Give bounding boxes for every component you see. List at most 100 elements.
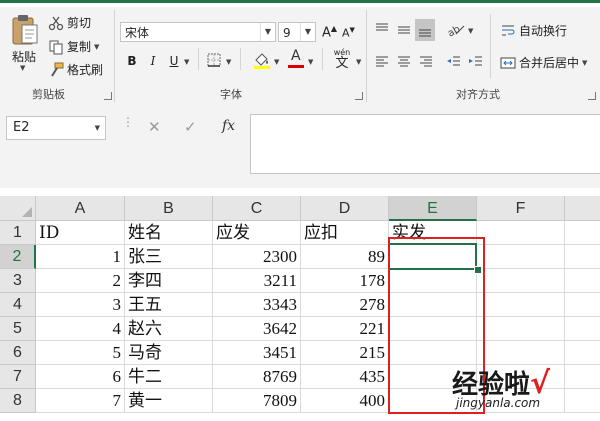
align-right-icon[interactable] [418,54,434,70]
phonetic-dropdown-arrow[interactable]: ▼ [356,58,361,66]
cell[interactable]: 王五 [125,293,213,317]
cell[interactable] [477,341,565,365]
cut-button[interactable]: 剪切 [48,14,91,31]
cell[interactable]: 3451 [213,341,301,365]
increase-indent-icon[interactable] [468,54,484,70]
merge-center-button[interactable]: 合并后居中 ▼ [500,54,587,71]
row-header[interactable]: 7 [0,365,36,389]
cell[interactable]: 马奇 [125,341,213,365]
cell[interactable]: 3211 [213,269,301,293]
copy-button[interactable]: 复制 ▼ [48,38,99,55]
font-name-combo[interactable]: 宋体 ▼ [120,22,276,42]
orientation-icon[interactable]: ab [446,20,466,38]
cell[interactable]: 7 [36,389,125,413]
cell[interactable]: 2300 [213,245,301,269]
cell[interactable]: 435 [301,365,389,389]
cell[interactable]: 3 [36,293,125,317]
row-header[interactable]: 5 [0,317,36,341]
paste-dropdown-arrow[interactable]: ▼ [20,64,25,72]
cell[interactable]: 400 [301,389,389,413]
cell[interactable]: 李四 [125,269,213,293]
copy-dropdown-arrow[interactable]: ▼ [94,43,99,51]
cell[interactable]: 5 [36,341,125,365]
font-color-button[interactable]: A [288,48,304,70]
alignment-dialog-launcher[interactable] [588,92,596,100]
cell[interactable] [565,341,600,365]
cell[interactable] [565,293,600,317]
cell[interactable]: ID [36,221,125,245]
cell[interactable] [477,269,565,293]
bold-button[interactable]: B [124,52,140,70]
cell[interactable]: 3343 [213,293,301,317]
underline-button[interactable]: U [166,52,182,70]
align-center-icon[interactable] [396,54,412,70]
italic-button[interactable]: I [145,52,161,70]
format-painter-button[interactable]: 格式刷 [48,61,103,78]
underline-dropdown-arrow[interactable]: ▼ [184,58,189,66]
cell[interactable]: 221 [301,317,389,341]
row-header[interactable]: 2 [0,245,36,269]
cell[interactable]: 2 [36,269,125,293]
row-header[interactable]: 6 [0,341,36,365]
cell[interactable]: 178 [301,269,389,293]
font-dialog-launcher[interactable] [355,92,363,100]
column-header-c[interactable]: C [213,196,301,221]
enter-icon[interactable]: ✓ [184,118,197,136]
column-header-partial[interactable] [565,196,600,221]
select-all-button[interactable] [0,196,36,221]
cell[interactable]: 应扣 [301,221,389,245]
cell[interactable]: 278 [301,293,389,317]
cell[interactable] [477,221,565,245]
decrease-indent-icon[interactable] [446,54,462,70]
cell[interactable] [565,317,600,341]
borders-dropdown-arrow[interactable]: ▼ [226,58,231,66]
row-header[interactable]: 4 [0,293,36,317]
cell[interactable]: 7809 [213,389,301,413]
chevron-down-icon[interactable]: ▼ [300,23,315,41]
cell[interactable]: 1 [36,245,125,269]
cell[interactable]: 张三 [125,245,213,269]
cell[interactable]: 4 [36,317,125,341]
cancel-icon[interactable]: ✕ [148,118,161,136]
chevron-down-icon[interactable]: ▼ [260,23,275,41]
row-header[interactable]: 3 [0,269,36,293]
cell[interactable]: 6 [36,365,125,389]
fill-color-dropdown-arrow[interactable]: ▼ [274,58,279,66]
cell[interactable]: 8769 [213,365,301,389]
row-header[interactable]: 8 [0,389,36,413]
cell[interactable]: 牛二 [125,365,213,389]
name-box[interactable]: E2 ▼ [6,116,106,140]
column-header-e[interactable]: E [389,196,477,221]
cell[interactable]: 3642 [213,317,301,341]
phonetic-guide-button[interactable]: wén 文 [330,48,354,71]
chevron-down-icon[interactable]: ▼ [95,117,100,139]
align-bottom-button[interactable] [415,19,435,41]
cell[interactable]: 应发 [213,221,301,245]
column-header-a[interactable]: A [36,196,125,221]
column-header-b[interactable]: B [125,196,213,221]
clipboard-dialog-launcher[interactable] [104,92,112,100]
borders-icon[interactable] [206,52,222,68]
cell[interactable]: 赵六 [125,317,213,341]
cell[interactable] [477,317,565,341]
font-color-dropdown-arrow[interactable]: ▼ [308,58,313,66]
orientation-dropdown-arrow[interactable]: ▼ [468,27,473,35]
cell[interactable] [565,365,600,389]
cell[interactable]: 姓名 [125,221,213,245]
formula-input[interactable] [250,114,600,174]
row-header[interactable]: 1 [0,221,36,245]
cell[interactable]: 215 [301,341,389,365]
cell[interactable] [565,245,600,269]
cell[interactable] [477,245,565,269]
cell[interactable]: 89 [301,245,389,269]
align-left-icon[interactable] [374,54,390,70]
insert-function-icon[interactable]: fx [222,118,235,134]
wrap-text-button[interactable]: 自动换行 [500,22,567,39]
cell[interactable] [565,389,600,413]
cell[interactable]: 黄一 [125,389,213,413]
cell[interactable] [565,221,600,245]
merge-dropdown-arrow[interactable]: ▼ [582,59,587,67]
fill-color-icon[interactable] [252,50,272,70]
paste-button[interactable]: 粘贴 ▼ [6,12,44,72]
column-header-f[interactable]: F [477,196,565,221]
